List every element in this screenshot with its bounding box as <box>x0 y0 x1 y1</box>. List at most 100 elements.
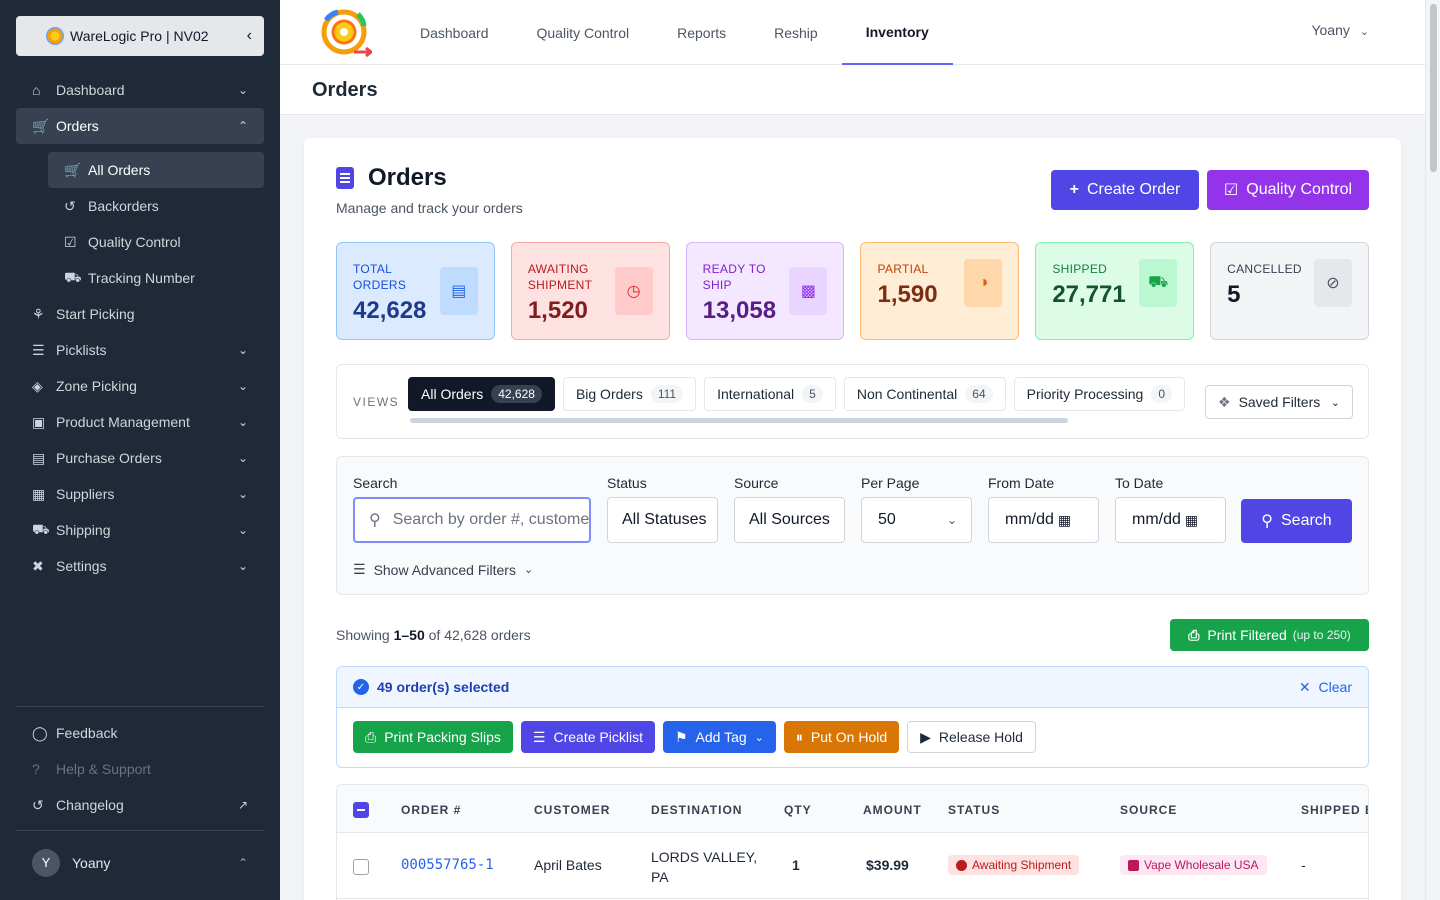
page-title-text: Orders <box>368 164 447 191</box>
sliders-icon: ☰ <box>353 561 366 577</box>
put-on-hold-button[interactable]: ⏸ Put On Hold <box>783 721 900 753</box>
to-date-input[interactable]: mm/dd ▦ <box>1115 497 1226 543</box>
topnav-dashboard[interactable]: Dashboard <box>396 0 513 65</box>
col-amount[interactable]: AMOUNT <box>863 803 922 817</box>
sidebar-item-product-management[interactable]: ▣ Product Management ⌄ <box>16 404 264 440</box>
top-nav-tabs: Dashboard Quality Control Reports Reship… <box>396 0 953 65</box>
search-icon: ⚲ <box>369 512 381 529</box>
quality-control-button[interactable]: ☑ Quality Control <box>1207 170 1369 210</box>
destination: LORDS VALLEY, PA <box>651 849 758 885</box>
sidebar-item-quality-control[interactable]: ☑ Quality Control <box>48 224 264 260</box>
per-page-select[interactable]: 50 ⌄ <box>861 497 972 543</box>
stat-ready-to-ship[interactable]: READY TO SHIP 13,058 ▩ <box>685 242 845 340</box>
results-summary: Showing 1–50 of 42,628 orders <box>336 627 531 643</box>
table-row[interactable]: 000557765-1 April Bates LORDS VALLEY, PA… <box>337 833 1368 899</box>
print-packing-slips-button[interactable]: ⎙ Print Packing Slips <box>353 721 513 753</box>
view-tab-international[interactable]: International 5 <box>704 377 836 411</box>
select-all-checkbox[interactable] <box>353 802 369 818</box>
col-status[interactable]: STATUS <box>948 803 1000 817</box>
sidebar-item-help-support[interactable]: ? Help & Support <box>16 751 264 787</box>
col-order-number[interactable]: ORDER # <box>401 803 461 817</box>
order-number-link[interactable]: 000557765-1 <box>401 857 494 873</box>
sidebar-item-purchase-orders[interactable]: ▤ Purchase Orders ⌄ <box>16 440 264 476</box>
sidebar-item-label: Dashboard <box>56 82 125 98</box>
create-picklist-button[interactable]: ☰ Create Picklist <box>520 721 655 753</box>
history-icon: ↺ <box>64 197 76 214</box>
view-tab-big-orders[interactable]: Big Orders 111 <box>562 377 697 411</box>
views-scrollbar[interactable] <box>410 418 1068 423</box>
col-shipped-by[interactable]: SHIPPED B <box>1301 803 1368 817</box>
clear-selection-button[interactable]: ✕ Clear <box>1299 679 1352 696</box>
page-scrollbar[interactable] <box>1425 0 1440 900</box>
history-icon: ↺ <box>32 796 44 813</box>
sidebar-item-suppliers[interactable]: ▦ Suppliers ⌄ <box>16 476 264 512</box>
view-tab-all-orders[interactable]: All Orders 42,628 <box>408 377 555 411</box>
printer-icon: ⎙ <box>365 728 377 745</box>
topnav-reports[interactable]: Reports <box>653 0 750 65</box>
create-order-button[interactable]: + Create Order <box>1051 170 1199 210</box>
col-qty[interactable]: QTY <box>784 803 812 817</box>
release-hold-button[interactable]: ▶ Release Hold <box>907 721 1036 753</box>
sidebar-item-tracking-number[interactable]: ⛟ Tracking Number <box>48 260 264 296</box>
print-filtered-button[interactable]: ⎙ Print Filtered (up to 250) <box>1170 619 1369 651</box>
play-icon: ▶ <box>920 728 931 745</box>
bulk-selection-header: ✓ 49 order(s) selected ✕ Clear <box>337 667 1368 708</box>
search-label: Search <box>353 475 398 491</box>
col-destination[interactable]: DESTINATION <box>651 803 742 817</box>
sidebar-item-changelog[interactable]: ↺ Changelog ↗ <box>16 787 264 823</box>
stat-partial[interactable]: PARTIAL 1,590 ◑ <box>860 242 1020 340</box>
topnav-reship[interactable]: Reship <box>750 0 842 65</box>
clock-icon <box>956 859 967 871</box>
chevron-up-icon: ⌃ <box>237 119 248 133</box>
stat-awaiting-shipment[interactable]: AWAITING SHIPMENT 1,520 ◷ <box>510 242 670 340</box>
view-count-badge: 0 <box>1151 385 1173 403</box>
show-advanced-filters-toggle[interactable]: ☰ Show Advanced Filters ⌄ <box>353 561 533 578</box>
orders-submenu: 🛒 All Orders ↺ Backorders ☑ Quality Cont… <box>48 152 264 296</box>
page-header-title: Orders <box>312 79 378 101</box>
sidebar-item-dashboard[interactable]: ⌂ Dashboard ⌄ <box>16 72 264 108</box>
view-tab-non-continental[interactable]: Non Continental 64 <box>843 377 1006 411</box>
calendar-icon: ▦ <box>1184 511 1199 528</box>
saved-views-bar: VIEWS All Orders 42,628 Big Orders 111 I… <box>336 364 1369 439</box>
sidebar-item-label: Picklists <box>56 342 107 358</box>
sidebar-user-menu[interactable]: Y Yoany ⌃ <box>16 830 264 894</box>
saved-filters-dropdown[interactable]: ❖ Saved Filters ⌄ <box>1205 385 1353 419</box>
sidebar-item-orders[interactable]: 🛒 Orders ⌃ <box>16 108 264 144</box>
sidebar-item-settings[interactable]: ✖ Settings ⌄ <box>16 548 264 584</box>
sidebar-item-label: Settings <box>56 558 107 574</box>
status-select[interactable]: All Statuses <box>607 497 718 543</box>
add-tag-button[interactable]: ⚑ Add Tag ⌄ <box>662 721 776 753</box>
view-tab-priority-processing[interactable]: Priority Processing 0 <box>1013 377 1186 411</box>
sidebar-item-start-picking[interactable]: ⚘ Start Picking <box>16 296 264 332</box>
sidebar-item-picklists[interactable]: ☰ Picklists ⌄ <box>16 332 264 368</box>
sidebar-item-all-orders[interactable]: 🛒 All Orders <box>48 152 264 188</box>
sidebar-item-feedback[interactable]: ◯ Feedback <box>16 715 264 751</box>
user-menu[interactable]: Yoany ⌄ <box>1311 22 1369 38</box>
filters-panel: Search ⚲ Search by order #, customer Sta… <box>336 456 1369 595</box>
stat-cancelled[interactable]: CANCELLED 5 ⊘ <box>1210 242 1369 340</box>
col-source[interactable]: SOURCE <box>1120 803 1177 817</box>
avatar: Y <box>32 848 60 877</box>
sidebar-item-shipping[interactable]: ⛟ Shipping ⌄ <box>16 512 264 548</box>
collapse-sidebar-icon[interactable]: ‹ <box>247 27 252 45</box>
search-input[interactable]: ⚲ Search by order #, customer <box>353 497 591 543</box>
col-customer[interactable]: CUSTOMER <box>534 803 610 817</box>
topnav-inventory[interactable]: Inventory <box>841 0 953 65</box>
from-date-input[interactable]: mm/dd ▦ <box>988 497 1099 543</box>
stats-row: TOTAL ORDERS 42,628 ▤ AWAITING SHIPMENT … <box>336 242 1369 340</box>
search-button[interactable]: ⚲ Search <box>1241 499 1352 543</box>
sidebar-item-zone-picking[interactable]: ◈ Zone Picking ⌄ <box>16 368 264 404</box>
sidebar-nav: ⌂ Dashboard ⌄ 🛒 Orders ⌃ 🛒 All Orders ↺ … <box>16 72 264 584</box>
sidebar-item-backorders[interactable]: ↺ Backorders <box>48 188 264 224</box>
row-checkbox[interactable] <box>353 859 369 875</box>
clipboard-list-icon: ▤ <box>439 267 478 315</box>
status-label: Status <box>607 475 647 491</box>
file-icon: ▤ <box>32 449 46 466</box>
source-select[interactable]: All Sources <box>734 497 845 543</box>
chevron-down-icon: ⌄ <box>237 523 248 537</box>
stat-total-orders[interactable]: TOTAL ORDERS 42,628 ▤ <box>336 242 495 340</box>
topnav-quality-control[interactable]: Quality Control <box>513 0 654 65</box>
bulk-action-buttons: ⎙ Print Packing Slips ☰ Create Picklist … <box>353 721 1036 753</box>
brand-switcher[interactable]: WareLogic Pro | NV02 ‹ <box>16 16 264 56</box>
stat-shipped[interactable]: SHIPPED 27,771 ⛟ <box>1035 242 1195 340</box>
